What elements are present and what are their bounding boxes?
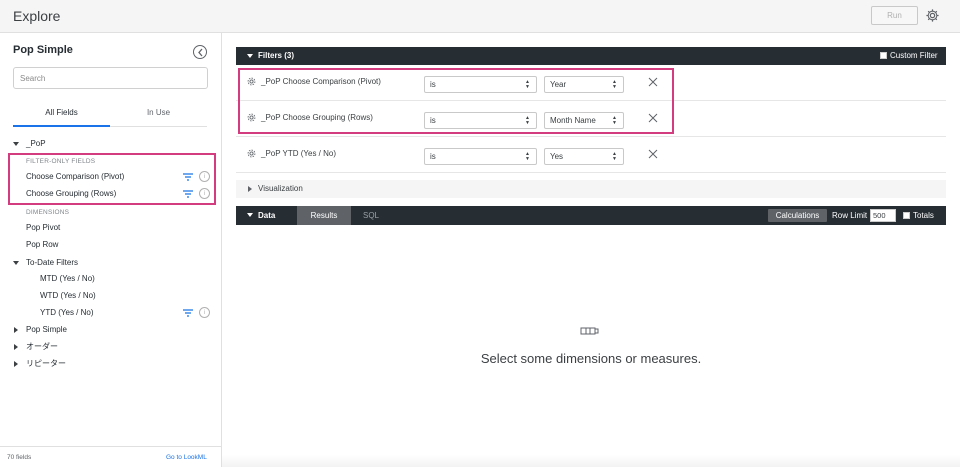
empty-results-icon [580,327,599,335]
chevron-left-icon [198,48,203,57]
bottom-shade [222,455,960,467]
tab-all-fields[interactable]: All Fields [13,108,110,127]
visualization-header[interactable]: Visualization [236,180,946,198]
data-header[interactable]: Data Results SQL Calculations Row Limit … [236,206,946,225]
select-arrows-icon: ▲ ▼ [525,151,530,162]
row-limit-label: Row Limit [832,211,868,220]
field-pop-row[interactable]: Pop Row [0,237,222,253]
filters-title: Filters (3) [258,51,295,60]
page-title: Explore [13,8,61,24]
filter-row: _PoP YTD (Yes / No) is ▲ ▼ Yes ▲ ▼ [236,138,946,173]
caret-down-icon [13,261,19,265]
highlight-frame-sidebar [8,153,216,205]
checkbox[interactable] [880,52,887,59]
totals-toggle[interactable]: Totals [903,211,934,220]
field-pop-pivot[interactable]: Pop Pivot [0,220,222,236]
dimensions-section-label: DIMENSIONS [26,209,70,216]
checkbox[interactable] [903,212,910,219]
field-mtd[interactable]: MTD (Yes / No) [0,271,222,287]
field-ytd[interactable]: YTD (Yes / No) i [0,305,222,321]
close-icon[interactable] [648,149,658,159]
caret-right-icon [14,361,18,367]
caret-down-icon [247,213,253,217]
field-count: 70 fields [7,454,32,461]
caret-down-icon [247,54,253,58]
highlight-frame-filters [238,68,674,134]
view-orders[interactable]: オーダー [0,339,222,355]
sidebar-footer: 70 fields Go to LookML [0,446,222,467]
caret-right-icon [248,186,252,192]
row-limit-input[interactable]: 500 [870,209,896,222]
run-button[interactable]: Run [871,6,918,25]
select-arrows-icon: ▲ ▼ [612,151,617,162]
caret-right-icon [14,344,18,350]
group-to-date-filters[interactable]: To-Date Filters [0,255,222,271]
empty-state-message: Select some dimensions or measures. [480,351,702,366]
model-title: Pop Simple [13,44,73,56]
caret-right-icon [14,327,18,333]
filter-operator-select[interactable]: is ▲ ▼ [424,148,537,165]
view-repeaters[interactable]: リピーター [0,356,222,372]
caret-down-icon [13,142,19,146]
info-icon[interactable]: i [199,307,210,318]
field-wtd[interactable]: WTD (Yes / No) [0,288,222,304]
view-pop-simple[interactable]: Pop Simple [0,322,222,338]
tab-in-use[interactable]: In Use [110,108,207,127]
gear-icon[interactable] [925,8,940,23]
filter-icon[interactable] [183,309,193,317]
collapse-sidebar-button[interactable] [193,45,207,59]
tab-results[interactable]: Results [297,206,351,225]
top-bar: Explore Run [0,0,960,33]
go-to-lookml-link[interactable]: Go to LookML [166,454,207,461]
filter-value-select[interactable]: Yes ▲ ▼ [544,148,624,165]
calculations-button[interactable]: Calculations [768,209,827,222]
filters-header[interactable]: Filters (3) Custom Filter [236,47,946,65]
custom-filter-toggle[interactable]: Custom Filter [880,51,938,60]
field-picker-sidebar: Pop Simple All Fields In Use _PoP FILTER… [0,33,222,467]
gear-icon[interactable] [246,148,257,159]
data-title: Data [258,211,276,220]
tab-sql[interactable]: SQL [363,211,379,220]
search-input[interactable] [13,67,208,89]
view-pop[interactable]: _PoP [0,136,222,152]
filter-field-label: _PoP YTD (Yes / No) [261,149,336,158]
